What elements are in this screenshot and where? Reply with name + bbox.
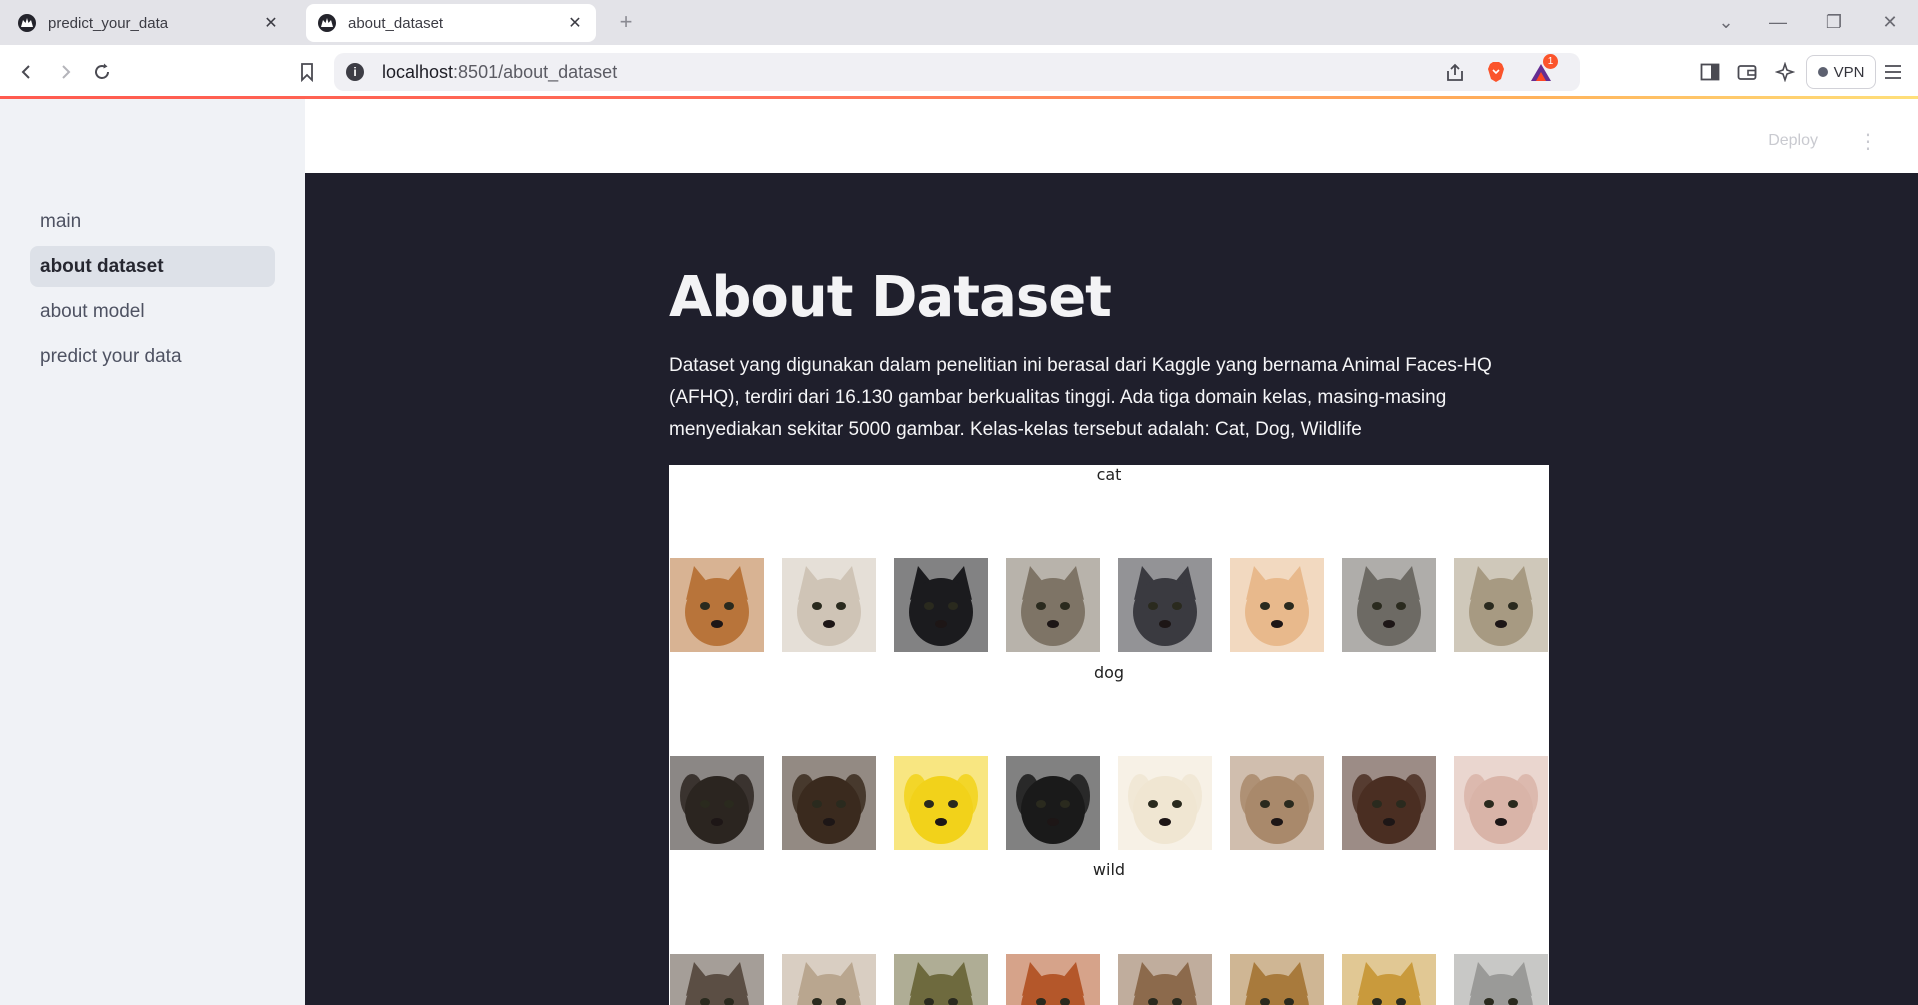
deploy-button[interactable]: Deploy bbox=[1768, 132, 1818, 150]
row-title-cat: cat bbox=[1096, 465, 1122, 484]
bookmark-icon[interactable] bbox=[294, 59, 320, 85]
sidebar-item-about-model[interactable]: about model bbox=[30, 291, 275, 332]
wallet-icon[interactable] bbox=[1734, 59, 1760, 85]
sidebar: main about dataset about model predict y… bbox=[0, 99, 305, 1005]
main-content: About Dataset Dataset yang digunakan dal… bbox=[305, 173, 1918, 1005]
share-icon[interactable] bbox=[1444, 62, 1466, 84]
close-tab-icon[interactable]: ✕ bbox=[566, 14, 584, 32]
site-info-icon[interactable]: i bbox=[346, 63, 364, 81]
streamlit-favicon-icon bbox=[318, 14, 336, 32]
menu-hamburger-icon[interactable] bbox=[1880, 59, 1906, 85]
cat-sample-image bbox=[782, 558, 876, 652]
dog-sample-image bbox=[670, 756, 764, 850]
wild-sample-image bbox=[894, 954, 988, 1005]
row-title-wild: wild bbox=[1092, 860, 1126, 879]
cat-sample-image bbox=[670, 558, 764, 652]
tab-list-chevron-down-icon[interactable]: ⌄ bbox=[1712, 8, 1740, 36]
cat-sample-image bbox=[1006, 558, 1100, 652]
cat-sample-image bbox=[1230, 558, 1324, 652]
dog-sample-image bbox=[782, 756, 876, 850]
streamlit-favicon-icon bbox=[18, 14, 36, 32]
cat-sample-image bbox=[1454, 558, 1548, 652]
tab-about-dataset[interactable]: about_dataset ✕ bbox=[306, 4, 596, 42]
main-menu-kebab-icon[interactable]: ⋮ bbox=[1858, 129, 1878, 153]
dog-sample-image bbox=[1454, 756, 1548, 850]
restore-window-icon[interactable]: ❐ bbox=[1820, 8, 1848, 36]
leo-ai-icon[interactable] bbox=[1772, 59, 1798, 85]
sample-images-figure: cat dog wild bbox=[669, 465, 1549, 1005]
row-title-dog: dog bbox=[1093, 663, 1125, 682]
cat-sample-image bbox=[894, 558, 988, 652]
address-bar[interactable]: i localhost:8501/about_dataset 1 bbox=[334, 53, 1580, 91]
url-text: localhost:8501/about_dataset bbox=[382, 62, 617, 83]
sidebar-item-about-dataset[interactable]: about dataset bbox=[30, 246, 275, 287]
sidebar-item-predict-your-data[interactable]: predict your data bbox=[30, 336, 275, 377]
wild-sample-image bbox=[1230, 954, 1324, 1005]
vpn-label: VPN bbox=[1833, 63, 1865, 81]
app-header: Deploy ⋮ bbox=[305, 99, 1918, 173]
dog-sample-image bbox=[1006, 756, 1100, 850]
wild-sample-image bbox=[782, 954, 876, 1005]
vpn-button[interactable]: VPN bbox=[1806, 55, 1876, 89]
brave-rewards-icon[interactable]: 1 bbox=[1528, 54, 1558, 86]
dog-sample-image bbox=[1342, 756, 1436, 850]
tab-predict-your-data[interactable]: predict_your_data ✕ bbox=[6, 4, 292, 42]
page-title: About Dataset bbox=[669, 265, 1112, 330]
wild-sample-image bbox=[1342, 954, 1436, 1005]
wild-sample-image bbox=[1006, 954, 1100, 1005]
rewards-badge: 1 bbox=[1543, 54, 1558, 69]
wild-sample-image bbox=[670, 954, 764, 1005]
brave-shields-icon[interactable] bbox=[1484, 60, 1508, 84]
vpn-status-icon bbox=[1817, 67, 1828, 77]
dataset-description: Dataset yang digunakan dalam penelitian … bbox=[669, 355, 1492, 440]
dog-sample-image bbox=[894, 756, 988, 850]
back-arrow-icon[interactable] bbox=[14, 59, 40, 85]
forward-arrow-icon[interactable] bbox=[52, 59, 78, 85]
cat-sample-image bbox=[1118, 558, 1212, 652]
wild-sample-image bbox=[1454, 954, 1548, 1005]
url-path: :8501/about_dataset bbox=[453, 62, 618, 82]
new-tab-button[interactable]: + bbox=[614, 10, 638, 34]
wild-sample-image bbox=[1118, 954, 1212, 1005]
sidebar-item-main[interactable]: main bbox=[30, 201, 275, 242]
tab-title: predict_your_data bbox=[48, 14, 169, 32]
url-host: localhost bbox=[382, 62, 454, 82]
dog-sample-image bbox=[1118, 756, 1212, 850]
sidebar-toggle-icon[interactable] bbox=[1697, 59, 1723, 85]
minimize-icon[interactable]: — bbox=[1764, 8, 1792, 36]
browser-toolbar: i localhost:8501/about_dataset 1 VPN bbox=[0, 45, 1918, 99]
cat-sample-image bbox=[1342, 558, 1436, 652]
browser-tab-strip: predict_your_data ✕ about_dataset ✕ + ⌄ … bbox=[0, 0, 1918, 45]
close-window-icon[interactable]: ✕ bbox=[1876, 8, 1904, 36]
dog-sample-image bbox=[1230, 756, 1324, 850]
reload-icon[interactable] bbox=[89, 59, 115, 85]
close-tab-icon[interactable]: ✕ bbox=[262, 14, 280, 32]
tab-title: about_dataset bbox=[348, 14, 444, 32]
